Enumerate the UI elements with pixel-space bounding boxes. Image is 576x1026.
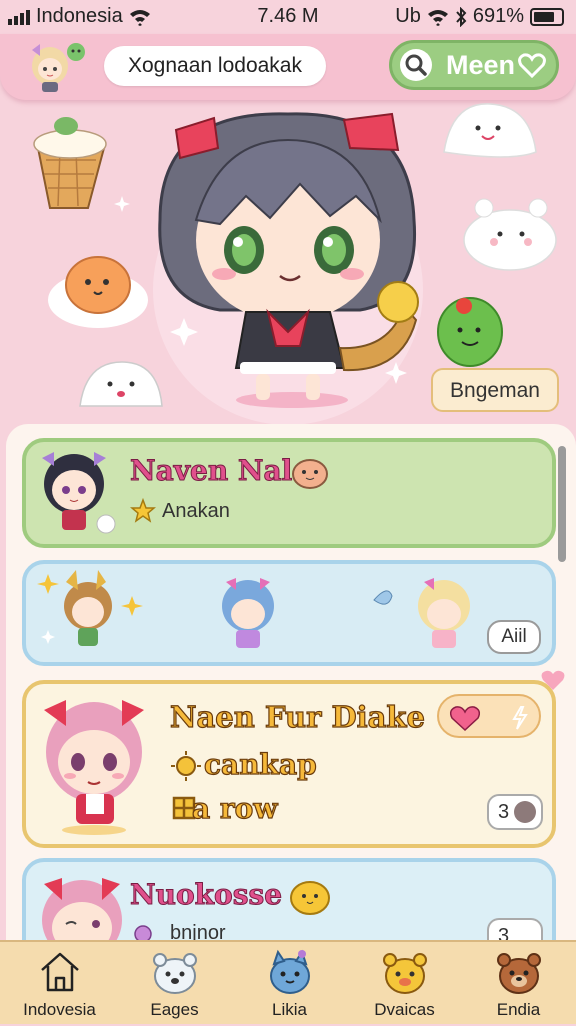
- search-icon: [400, 49, 432, 81]
- character-avatar: [42, 452, 116, 534]
- clock: 7.46 M: [257, 5, 319, 27]
- favorite-toggle[interactable]: [437, 694, 541, 738]
- card-line: cankap: [203, 747, 317, 781]
- app-header: Xognaan lodoakak Meen: [0, 34, 576, 100]
- card-title: Naven Nale: [129, 454, 311, 488]
- white-blob-icon: [79, 361, 163, 407]
- card-subtitle: Anakan: [162, 500, 230, 522]
- face-emoji-icon: [292, 459, 328, 489]
- white-bear-icon: [463, 198, 557, 271]
- count-badge[interactable]: 3: [487, 794, 543, 830]
- card-title: Naen Fur Diake: [169, 699, 425, 734]
- character-avatar: [42, 878, 122, 940]
- status-bar: Indonesia 7.46 M Ub 691%: [0, 0, 576, 34]
- wifi-icon: [427, 9, 448, 26]
- card-line: a row: [191, 791, 278, 825]
- character-avatar: [44, 700, 144, 835]
- lightning-icon: [512, 706, 528, 730]
- flower-icon: [134, 925, 152, 942]
- search-label: Meen: [446, 50, 516, 80]
- orange-blob-icon: [48, 256, 148, 328]
- brown-bear-icon: [497, 953, 541, 994]
- battery-icon: [530, 7, 564, 26]
- character-group: [37, 570, 470, 648]
- green-dino-icon: [437, 297, 503, 367]
- nav-item-likia[interactable]: Likia: [232, 942, 347, 1026]
- chick-icon: [290, 881, 330, 915]
- star-icon: [130, 498, 156, 523]
- heart-icon: [449, 706, 481, 732]
- nav-item-home[interactable]: Indovesia: [2, 942, 117, 1026]
- nav-item-endia[interactable]: Endia: [461, 942, 576, 1026]
- scrollbar[interactable]: [558, 446, 566, 562]
- polar-bear-icon: [153, 953, 197, 994]
- heart-icon[interactable]: [518, 52, 546, 78]
- yellow-bear-icon: [383, 953, 427, 994]
- view-all-button[interactable]: Aiil: [487, 620, 541, 654]
- avatar[interactable]: [22, 36, 86, 96]
- home-icon: [41, 952, 79, 992]
- ice-cream-icon: [33, 117, 107, 209]
- card-title: Nuokosse: [129, 878, 283, 912]
- count-badge[interactable]: 3: [487, 918, 543, 947]
- dial-icon: [514, 801, 536, 823]
- search-button[interactable]: Meen: [389, 40, 559, 90]
- blue-cat-icon: [270, 949, 310, 994]
- nav-item-dvaicas[interactable]: Dvaicas: [347, 942, 462, 1026]
- bluetooth-icon: [456, 6, 467, 27]
- sun-icon: [171, 751, 201, 781]
- bottom-nav: Indovesia Eages Likia Dvaicas Endia: [0, 940, 576, 1024]
- floating-heart-icon: [541, 670, 565, 690]
- page-title: Xognaan lodoakak: [104, 46, 326, 86]
- hero-action-button[interactable]: Bngeman: [431, 368, 559, 412]
- nav-item-eages[interactable]: Eages: [117, 942, 232, 1026]
- white-ghost-icon: [443, 103, 537, 158]
- status-indicator: Ub: [395, 5, 421, 27]
- battery-percent: 691%: [472, 5, 524, 27]
